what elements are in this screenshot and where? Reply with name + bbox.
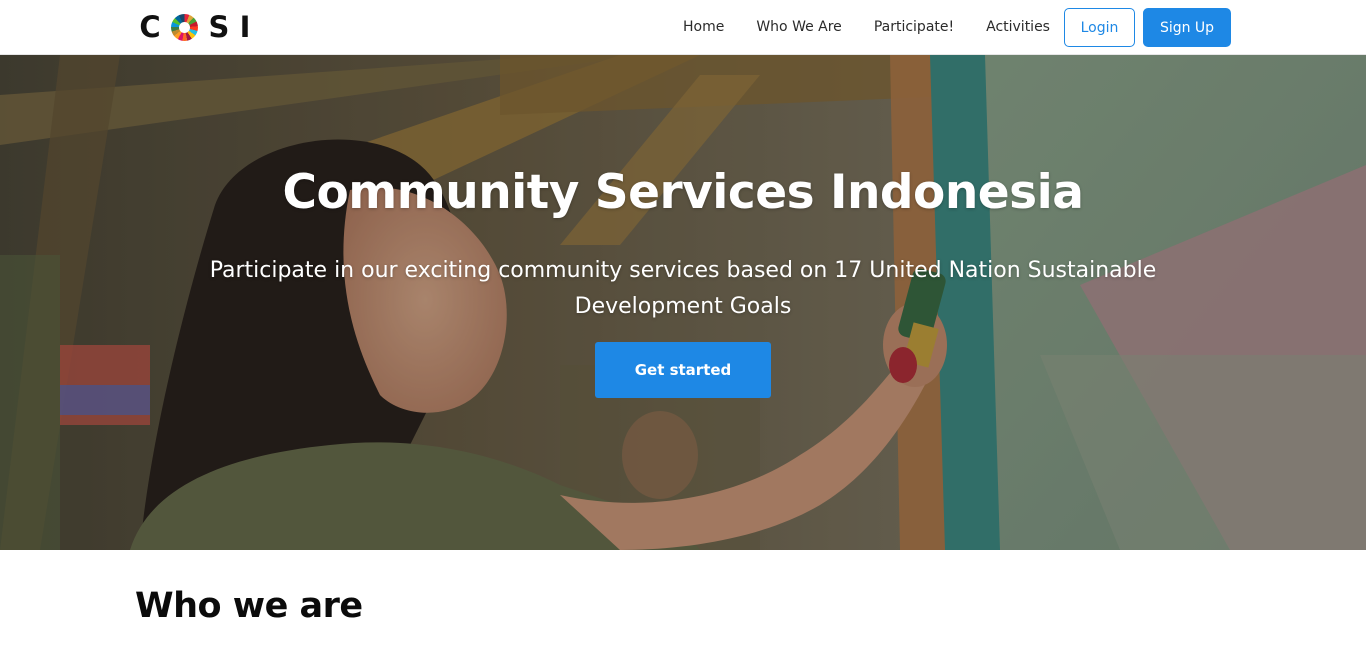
hero-subtitle: Participate in our exciting community se… [209, 258, 1157, 319]
sdg-color-wheel-icon [171, 13, 198, 41]
get-started-button[interactable]: Get started [595, 342, 771, 398]
nav-link-activities[interactable]: Activities [970, 8, 1066, 47]
who-we-are-heading: Who we are [135, 586, 363, 626]
logo-letter-s: S [208, 10, 230, 44]
brand-logo[interactable]: C S I [135, 10, 253, 44]
nav-link-participate[interactable]: Participate! [858, 8, 970, 47]
hero-section: Community Services Indonesia Participate… [0, 55, 1366, 550]
sign-up-button[interactable]: Sign Up [1143, 8, 1231, 47]
navbar: C S I Home Who We Are Participate! Activ… [0, 0, 1366, 55]
main-nav: Home Who We Are Participate! Activities [667, 8, 1066, 47]
logo-letter-i: I [239, 10, 251, 44]
login-button[interactable]: Login [1064, 8, 1135, 47]
nav-link-who-we-are[interactable]: Who We Are [740, 8, 857, 47]
nav-link-home[interactable]: Home [667, 8, 740, 47]
hero-title: Community Services Indonesia [282, 165, 1084, 220]
logo-letter-c: C [139, 10, 161, 44]
